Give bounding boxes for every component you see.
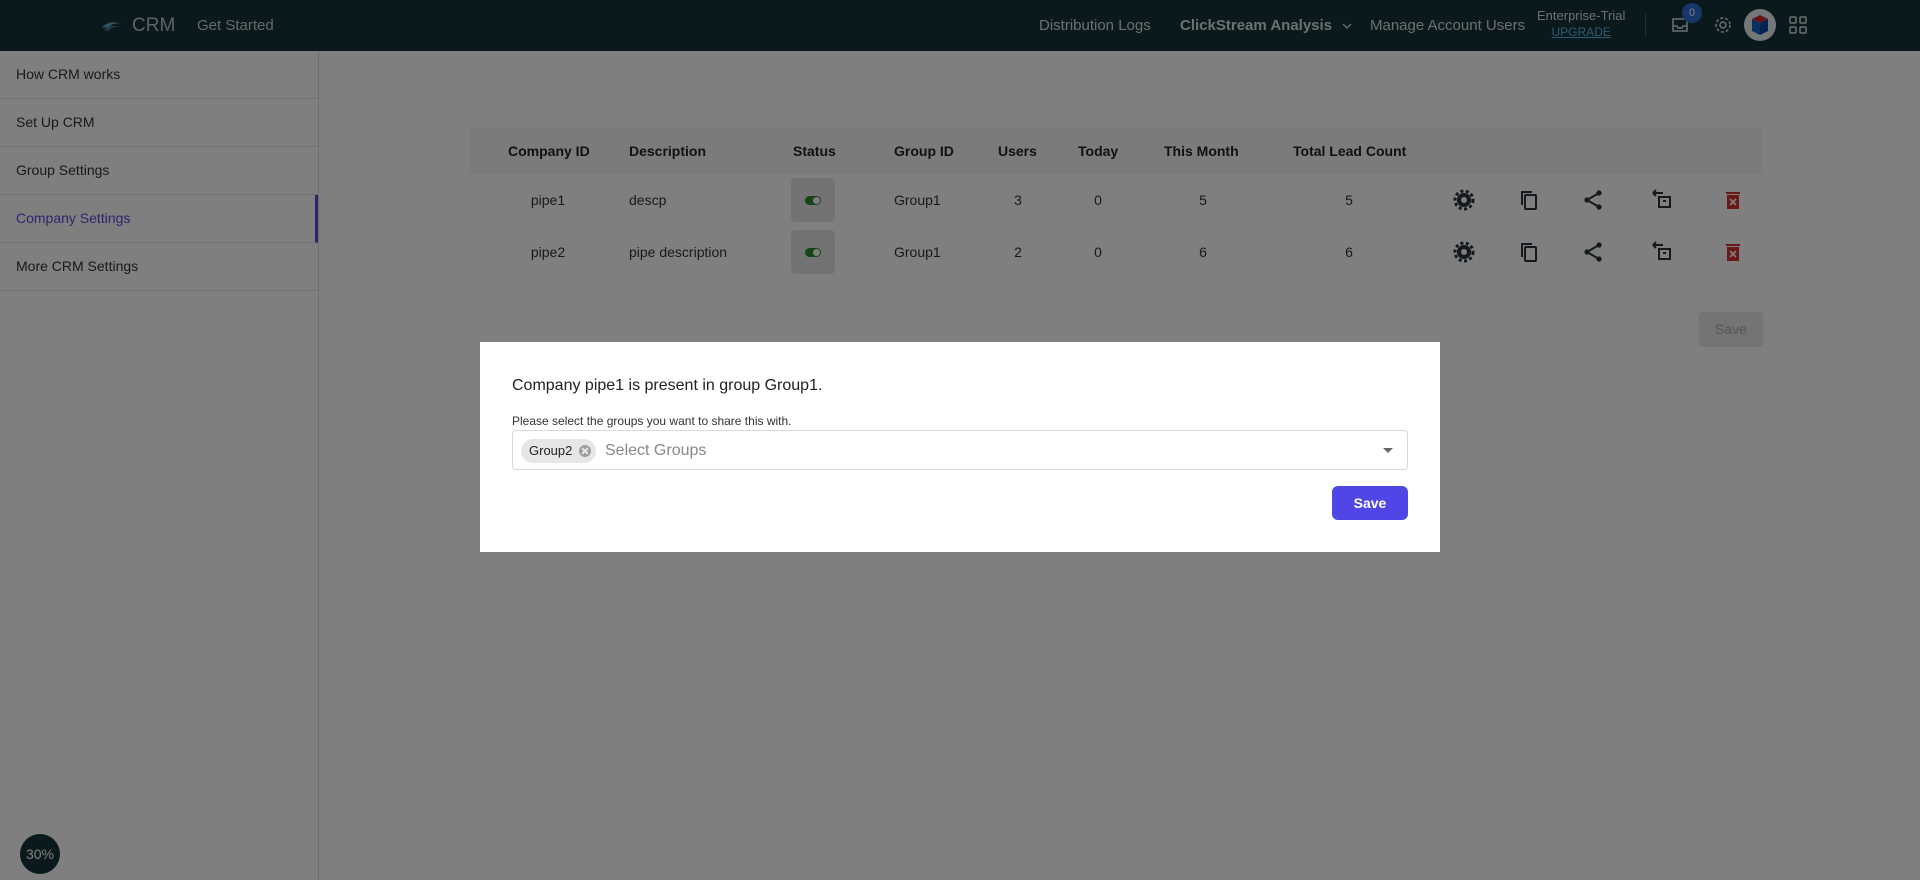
- remove-chip-icon[interactable]: [579, 445, 592, 457]
- modal-title: Company pipe1 is present in group Group1…: [512, 377, 823, 394]
- select-placeholder[interactable]: Select Groups: [605, 431, 706, 471]
- dropdown-caret-icon[interactable]: [1383, 448, 1393, 453]
- save-button[interactable]: Save: [1332, 486, 1408, 520]
- share-company-modal: Company pipe1 is present in group Group1…: [480, 342, 1440, 552]
- selected-group-chip: Group2: [521, 439, 597, 463]
- modal-hint: Please select the groups you want to sha…: [512, 414, 792, 428]
- group-select[interactable]: Group2 Select Groups: [512, 430, 1408, 470]
- chip-label: Group2: [529, 443, 573, 458]
